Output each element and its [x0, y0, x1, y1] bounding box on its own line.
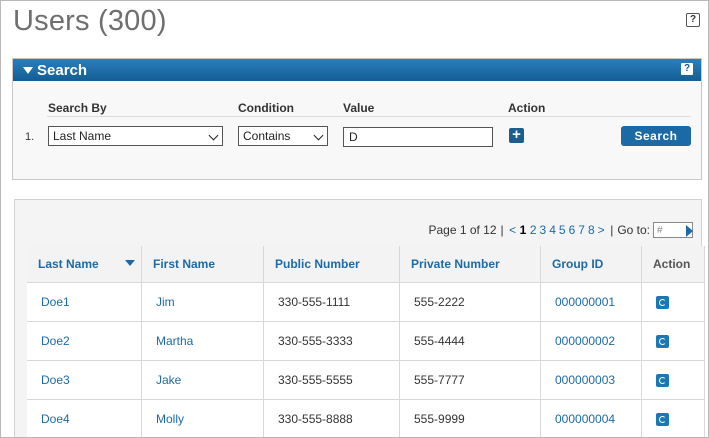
cell-action — [641, 321, 705, 361]
users-page: Users (300) ? Search ? Search By Conditi… — [0, 0, 709, 438]
cell-last-name[interactable]: Doe4 — [27, 399, 142, 437]
cell-last-name[interactable]: Doe2 — [27, 321, 142, 361]
chevron-down-icon — [313, 130, 324, 141]
condition-value: Contains — [243, 129, 291, 143]
pager-next[interactable]: > — [598, 223, 605, 237]
cell-private-number: 555-7777 — [399, 360, 541, 400]
cell-action — [641, 399, 705, 437]
edit-icon[interactable] — [656, 413, 669, 427]
cell-first-name[interactable]: Jake — [141, 360, 264, 400]
collapse-triangle-icon[interactable] — [23, 66, 33, 74]
table-row: Doe1 Jim 330-555-1111 555-2222 000000001 — [27, 282, 705, 322]
search-header-label: Search — [37, 61, 88, 79]
cell-private-number: 555-4444 — [399, 321, 541, 361]
pager-prev[interactable]: < — [509, 223, 516, 237]
col-head-condition: Condition — [238, 101, 294, 115]
add-criteria-icon[interactable]: + — [509, 127, 524, 143]
cell-first-name[interactable]: Martha — [141, 321, 264, 361]
col-head-search-by: Search By — [48, 101, 107, 115]
edit-icon[interactable] — [656, 335, 669, 349]
edit-icon[interactable] — [656, 374, 669, 388]
col-head-value: Value — [343, 101, 375, 115]
cell-last-name[interactable]: Doe3 — [27, 360, 142, 400]
pager-separator: | — [500, 223, 504, 237]
goto-placeholder: # — [657, 224, 663, 236]
pager-page-8[interactable]: 8 — [588, 223, 595, 237]
cell-public-number: 330-555-5555 — [263, 360, 400, 400]
cell-group-id[interactable]: 000000002 — [540, 321, 642, 361]
pager-page-3[interactable]: 3 — [540, 223, 547, 237]
results-panel: Page 1 of 12 | < 1 2 3 4 5 6 7 8 > | Go … — [14, 199, 705, 437]
search-by-value: Last Name — [53, 129, 112, 143]
th-private-number[interactable]: Private Number — [399, 246, 541, 283]
th-first-name[interactable]: First Name — [141, 246, 264, 283]
goto-page-input[interactable]: # — [653, 222, 693, 238]
cell-group-id[interactable]: 000000003 — [540, 360, 642, 400]
cell-private-number: 555-2222 — [399, 282, 541, 322]
table-row: Doe4 Molly 330-555-8888 555-9999 0000000… — [27, 399, 705, 437]
th-last-name[interactable]: Last Name — [27, 246, 142, 283]
cell-first-name[interactable]: Molly — [141, 399, 264, 437]
cell-first-name[interactable]: Jim — [141, 282, 264, 322]
pager-page-6[interactable]: 6 — [569, 223, 576, 237]
th-last-name-label: Last Name — [38, 257, 99, 271]
search-panel: Search ? Search By Condition Value Actio… — [12, 58, 702, 180]
sort-down-icon[interactable] — [125, 260, 135, 266]
col-head-action: Action — [508, 101, 546, 115]
search-help-icon[interactable]: ? — [681, 63, 693, 75]
table-row: Doe3 Jake 330-555-5555 555-7777 00000000… — [27, 360, 705, 400]
edit-icon[interactable] — [656, 296, 669, 310]
th-public-number[interactable]: Public Number — [263, 246, 400, 283]
cell-public-number: 330-555-3333 — [263, 321, 400, 361]
chevron-down-icon — [208, 130, 219, 141]
cell-action — [641, 360, 705, 400]
cell-group-id[interactable]: 000000001 — [540, 282, 642, 322]
goto-label: Go to: — [617, 223, 650, 237]
cell-action — [641, 282, 705, 322]
th-group-id[interactable]: Group ID — [540, 246, 642, 283]
pager-current: 1 — [519, 223, 527, 237]
table-row: Doe2 Martha 330-555-3333 555-4444 000000… — [27, 321, 705, 361]
value-input[interactable]: D — [343, 127, 493, 147]
cell-group-id[interactable]: 000000004 — [540, 399, 642, 437]
search-by-select[interactable]: Last Name — [48, 126, 223, 146]
pager-page-2[interactable]: 2 — [530, 223, 537, 237]
table-header-row: Last Name First Name Public Number Priva… — [27, 246, 705, 283]
pager-page-5[interactable]: 5 — [559, 223, 566, 237]
page-title: Users (300) — [13, 5, 167, 37]
cell-last-name[interactable]: Doe1 — [27, 282, 142, 322]
cell-public-number: 330-555-8888 — [263, 399, 400, 437]
users-table: Last Name First Name Public Number Priva… — [27, 246, 705, 437]
pager-page-7[interactable]: 7 — [578, 223, 585, 237]
value-text: D — [349, 130, 358, 144]
th-action: Action — [641, 246, 705, 283]
page-info: Page 1 of 12 — [428, 223, 497, 237]
cell-private-number: 555-9999 — [399, 399, 541, 437]
pager-separator: | — [610, 223, 614, 237]
go-arrow-icon[interactable] — [686, 225, 693, 237]
cell-public-number: 330-555-1111 — [263, 282, 400, 322]
search-button[interactable]: Search — [621, 126, 691, 146]
pager-page-4[interactable]: 4 — [549, 223, 556, 237]
search-header[interactable]: Search ? — [13, 59, 701, 81]
pagination: Page 1 of 12 | < 1 2 3 4 5 6 7 8 > | Go … — [428, 222, 693, 238]
help-icon[interactable]: ? — [686, 13, 700, 27]
divider — [47, 116, 691, 117]
condition-select[interactable]: Contains — [238, 126, 328, 146]
row-index: 1. — [25, 131, 35, 143]
